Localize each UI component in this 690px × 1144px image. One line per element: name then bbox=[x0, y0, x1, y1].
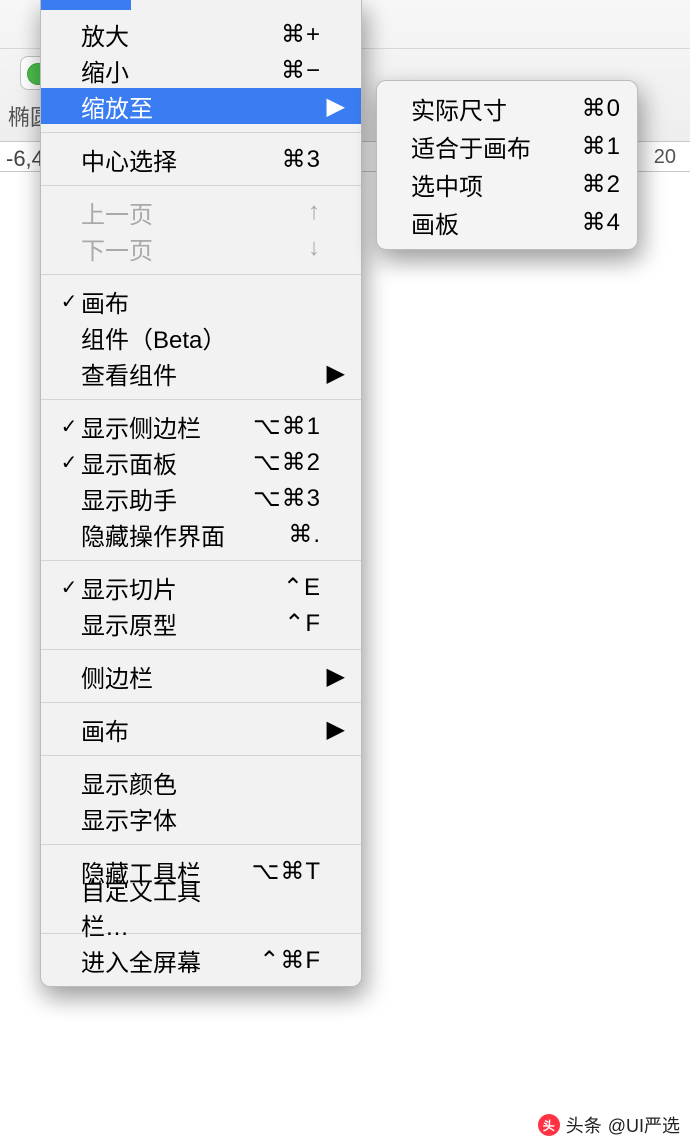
menu-separator bbox=[41, 560, 361, 561]
menu-item[interactable]: ✓画布 bbox=[41, 283, 361, 319]
menu-item-label: 显示切片 bbox=[81, 570, 231, 605]
submenu-item-shortcut: ⌘1 bbox=[557, 132, 621, 161]
menu-item-label: 查看组件 bbox=[81, 356, 231, 391]
menu-item[interactable]: 显示字体 bbox=[41, 800, 361, 836]
toutiao-logo-icon: 头 bbox=[538, 1114, 560, 1136]
menu-item-label: 侧边栏 bbox=[81, 659, 231, 694]
menu-item[interactable]: 缩小⌘− bbox=[41, 52, 361, 88]
menu-item[interactable]: 显示助手⌥⌘3 bbox=[41, 480, 361, 516]
menu-item-label: 上一页 bbox=[81, 195, 231, 230]
menu-item-label: 画布 bbox=[81, 712, 231, 747]
menu-item-label: 自定义工具栏… bbox=[81, 872, 231, 942]
menu-item[interactable]: 查看组件 ▶ bbox=[41, 355, 361, 391]
checkmark-icon: ✓ bbox=[57, 414, 81, 439]
menu-item-shortcut: ⌘. bbox=[231, 520, 321, 549]
menu-item-shortcut: ⌃F bbox=[231, 609, 321, 638]
menu-item-shortcut: ⌥⌘3 bbox=[231, 484, 321, 513]
menu-item-label: 中心选择 bbox=[81, 142, 231, 177]
menu-item-label: 组件（Beta） bbox=[81, 320, 231, 355]
menu-item[interactable]: 自定义工具栏… bbox=[41, 889, 361, 925]
submenu-item-label: 画板 bbox=[411, 205, 557, 240]
menu-item-label: 显示面板 bbox=[81, 445, 231, 480]
menu-top-highlight bbox=[41, 0, 131, 10]
menu-item[interactable]: 组件（Beta） bbox=[41, 319, 361, 355]
menu-item-shortcut: ⌃E bbox=[231, 573, 321, 602]
menu-separator bbox=[41, 399, 361, 400]
submenu-item[interactable]: 适合于画布⌘1 bbox=[377, 127, 637, 165]
submenu-item-shortcut: ⌘4 bbox=[557, 208, 621, 237]
menu-item-label: 显示颜色 bbox=[81, 765, 231, 800]
menu-separator bbox=[41, 185, 361, 186]
submenu-item[interactable]: 实际尺寸⌘0 bbox=[377, 89, 637, 127]
menu-item-label: 进入全屏幕 bbox=[81, 943, 231, 978]
menu-item-shortcut: ↓ bbox=[231, 234, 321, 262]
watermark-account: @UI严选 bbox=[608, 1112, 680, 1138]
menu-item[interactable]: 放大⌘+ bbox=[41, 16, 361, 52]
menu-item[interactable]: 中心选择⌘3 bbox=[41, 141, 361, 177]
submenu-arrow-icon: ▶ bbox=[321, 359, 345, 388]
menu-item-label: 缩放至 bbox=[81, 89, 231, 124]
menu-item-shortcut: ⌘3 bbox=[231, 145, 321, 174]
menu-item[interactable]: 画布 ▶ bbox=[41, 711, 361, 747]
menu-item-shortcut: ⌥⌘T bbox=[231, 857, 321, 886]
menu-item[interactable]: 侧边栏 ▶ bbox=[41, 658, 361, 694]
submenu-arrow-icon: ▶ bbox=[321, 662, 345, 691]
menu-item-label: 放大 bbox=[81, 17, 231, 52]
menu-item-shortcut: ⌥⌘2 bbox=[231, 448, 321, 477]
menu-item[interactable]: 进入全屏幕⌃⌘F bbox=[41, 942, 361, 978]
checkmark-icon: ✓ bbox=[57, 289, 81, 314]
submenu-item-shortcut: ⌘2 bbox=[557, 170, 621, 199]
submenu-arrow-icon: ▶ bbox=[321, 715, 345, 744]
menu-separator bbox=[41, 274, 361, 275]
submenu-item-label: 实际尺寸 bbox=[411, 91, 557, 126]
menu-separator bbox=[41, 844, 361, 845]
submenu-item-shortcut: ⌘0 bbox=[557, 94, 621, 123]
menu-item-label: 显示字体 bbox=[81, 801, 231, 836]
watermark-prefix: 头条 bbox=[566, 1112, 602, 1138]
menu-item: 下一页↓ bbox=[41, 230, 361, 266]
menu-item[interactable]: 缩放至 ▶ bbox=[41, 88, 361, 124]
ruler-coord: -6,4 bbox=[6, 146, 44, 172]
menu-item-shortcut: ⌘− bbox=[231, 56, 321, 85]
menu-item[interactable]: ✓显示切片⌃E bbox=[41, 569, 361, 605]
menu-item[interactable]: ✓显示侧边栏⌥⌘1 bbox=[41, 408, 361, 444]
menu-item: 上一页↑ bbox=[41, 194, 361, 230]
checkmark-icon: ✓ bbox=[57, 450, 81, 475]
menu-separator bbox=[41, 755, 361, 756]
submenu-arrow-icon: ▶ bbox=[321, 92, 345, 121]
menu-separator bbox=[41, 132, 361, 133]
menu-item-label: 下一页 bbox=[81, 231, 231, 266]
zoom-to-submenu: 实际尺寸⌘0适合于画布⌘1选中项⌘2画板⌘4 bbox=[376, 80, 638, 250]
submenu-item-label: 选中项 bbox=[411, 167, 557, 202]
checkmark-icon: ✓ bbox=[57, 575, 81, 600]
view-menu: 放大⌘+缩小⌘−缩放至▶中心选择⌘3上一页↑下一页↓✓画布组件（Beta）查看组… bbox=[40, 0, 362, 987]
ruler-number: 20 bbox=[654, 146, 676, 169]
menu-separator bbox=[41, 649, 361, 650]
menu-separator bbox=[41, 702, 361, 703]
submenu-item-label: 适合于画布 bbox=[411, 129, 557, 164]
menu-item[interactable]: 隐藏操作界面⌘. bbox=[41, 516, 361, 552]
menu-item-label: 显示助手 bbox=[81, 481, 231, 516]
menu-item-shortcut: ⌘+ bbox=[231, 20, 321, 49]
watermark: 头 头条 @UI严选 bbox=[538, 1112, 680, 1138]
menu-item-shortcut: ⌃⌘F bbox=[231, 946, 321, 975]
menu-item-shortcut: ⌥⌘1 bbox=[231, 412, 321, 441]
menu-item[interactable]: 显示原型⌃F bbox=[41, 605, 361, 641]
menu-item[interactable]: 显示颜色 bbox=[41, 764, 361, 800]
submenu-item[interactable]: 选中项⌘2 bbox=[377, 165, 637, 203]
menu-item-label: 显示原型 bbox=[81, 606, 231, 641]
menu-item-label: 画布 bbox=[81, 284, 231, 319]
menu-item-label: 缩小 bbox=[81, 53, 231, 88]
menu-item-label: 显示侧边栏 bbox=[81, 409, 231, 444]
menu-item-label: 隐藏操作界面 bbox=[81, 517, 231, 552]
menu-item-shortcut: ↑ bbox=[231, 198, 321, 226]
menu-item[interactable]: ✓显示面板⌥⌘2 bbox=[41, 444, 361, 480]
submenu-item[interactable]: 画板⌘4 bbox=[377, 203, 637, 241]
